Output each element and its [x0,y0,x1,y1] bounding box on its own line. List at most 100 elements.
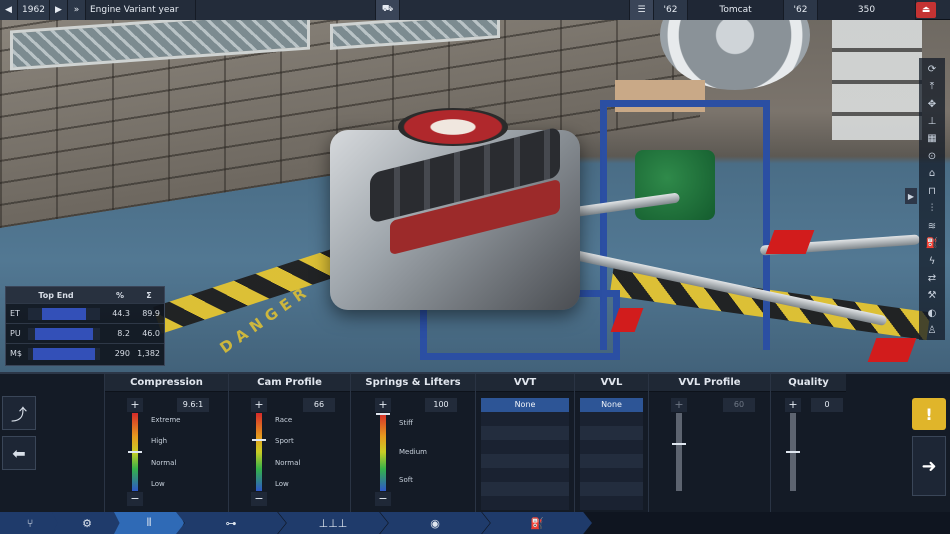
game-screen: DANGER ◀ 1962 ▶ » Engine Variant year ⛟ … [0,0,950,534]
topbar-spacer [196,0,376,20]
stat-bar [28,327,100,340]
vvl-profile-value: 60 [723,398,755,412]
pistons-icon[interactable]: ⚙ [52,512,122,534]
level-label: Medium [399,448,427,456]
camera-icon[interactable]: ✥ [923,96,941,112]
stat-label: PU [10,329,21,338]
section-title: Quality [771,374,846,392]
head-icon[interactable]: ⌂ [923,166,941,182]
increase-button[interactable]: + [785,398,801,412]
valvetrain-icon[interactable]: ⫴ [114,512,184,534]
decrease-button[interactable]: − [375,492,391,506]
vvl-profile-slider: + [671,398,687,506]
person-icon[interactable]: ♙ [923,323,941,339]
vvt-list[interactable]: None [481,398,569,510]
slider-track[interactable] [376,413,390,491]
section-title: Cam Profile [229,374,350,392]
slider-thumb[interactable] [376,413,390,415]
variant-name[interactable]: Tomcat [688,0,784,20]
quality-value[interactable]: 0 [811,398,843,412]
stats-col-sum: Σ [146,290,152,300]
turbo-icon[interactable]: ◉ [380,512,490,534]
slider-thumb[interactable] [786,451,800,453]
increase-button[interactable]: + [375,398,391,412]
top-bar: ◀ 1962 ▶ » Engine Variant year ⛟ ☰ '62 T… [0,0,950,20]
back-arrow-icon[interactable]: ⬅ [2,436,36,470]
stat-bar [28,347,100,360]
variant-year-label: Engine Variant year [86,0,196,20]
stat-label: M$ [10,349,22,358]
topbar-spacer [400,0,630,20]
stat-bar [28,307,100,320]
increase-button[interactable]: + [251,398,267,412]
variant-year: '62 [654,0,688,20]
fuel-pump-icon[interactable]: ⛽ [482,512,592,534]
car-icon[interactable]: ⛟ [376,0,400,20]
intake-icon[interactable]: ⫶ [923,201,941,217]
exit-icon[interactable]: ⏏ [916,2,936,18]
level-label: Normal [151,459,177,467]
stat-sum: 89.9 [142,309,160,318]
block-icon[interactable]: ▦ [923,131,941,147]
slider-track [672,413,686,491]
stats-row[interactable]: PU 8.2 46.0 [6,323,164,343]
slider-track[interactable] [252,413,266,491]
springs-value[interactable]: 100 [425,398,457,412]
spark-icon[interactable]: ϟ [923,253,941,269]
section-title: Springs & Lifters [351,374,475,392]
collapse-arrow-icon[interactable]: ▶ [905,188,917,204]
fork-icon[interactable]: ⑂ [0,512,60,534]
vvt-option-selected[interactable]: None [481,398,569,412]
fast-forward-icon[interactable]: » [68,0,86,20]
compression-value[interactable]: 9.6:1 [177,398,209,412]
slider-track[interactable] [786,413,800,491]
level-label: Low [151,480,165,488]
quality-slider[interactable]: + [785,398,801,506]
exhaust-manifold-icon[interactable]: ⊥⊥⊥ [278,512,388,534]
cam-icon[interactable]: ⊙ [923,148,941,164]
next-arrow-icon[interactable]: ➜ [912,436,946,496]
stat-pct: 44.3 [112,309,130,318]
lift-icon[interactable]: ⤒ [923,78,941,94]
slider-track[interactable] [128,413,142,491]
decrease-button[interactable]: − [251,492,267,506]
stats-header: Top End % Σ [6,287,164,303]
vvl-option-selected[interactable]: None [580,398,643,412]
springs-slider[interactable]: + − [375,398,391,506]
compression-slider[interactable]: + − [127,398,143,506]
stat-label: ET [10,309,20,318]
conrod-icon[interactable]: ⊶ [176,512,286,534]
oil-icon[interactable]: ◐ [923,305,941,321]
v8-engine-model[interactable] [330,108,580,310]
family-displacement[interactable]: 350 [818,0,916,20]
wrench-icon[interactable]: ⚒ [923,288,941,304]
left-tools: ⤴ ⬅ [0,374,40,514]
vvl-list[interactable]: None [580,398,643,510]
fuel-icon[interactable]: ⛽ [923,235,941,251]
level-label: Extreme [151,416,181,424]
exhaust-icon[interactable]: ≋ [923,218,941,234]
increase-button[interactable]: + [127,398,143,412]
warning-icon[interactable]: ! [912,398,946,430]
vvl-profile-section: VVL Profile + 60 [648,374,770,514]
graph-icon[interactable]: ⤴ [2,396,36,430]
cam-profile-value[interactable]: 66 [303,398,335,412]
play-right-icon[interactable]: ▶ [50,0,68,20]
stat-pct: 8.2 [117,329,130,338]
move-icon[interactable]: ⇄ [923,270,941,286]
slider-thumb[interactable] [252,438,266,441]
floor-marker [867,338,917,362]
piston-icon[interactable]: ⊓ [923,183,941,199]
stats-row[interactable]: M$ 290 1,382 [6,343,164,363]
refresh-icon[interactable]: ⟳ [923,61,941,77]
section-title: VVT [476,374,574,392]
slider-thumb[interactable] [128,451,142,453]
level-label: Stiff [399,419,413,427]
stat-pct: 290 [114,349,130,358]
decrease-button[interactable]: − [127,492,143,506]
valve-icon[interactable]: ⊥ [923,113,941,129]
cam-profile-slider[interactable]: + − [251,398,267,506]
back-arrow-icon[interactable]: ◀ [0,0,18,20]
list-icon[interactable]: ☰ [630,0,654,20]
stats-row[interactable]: ET 44.3 89.9 [6,303,164,323]
